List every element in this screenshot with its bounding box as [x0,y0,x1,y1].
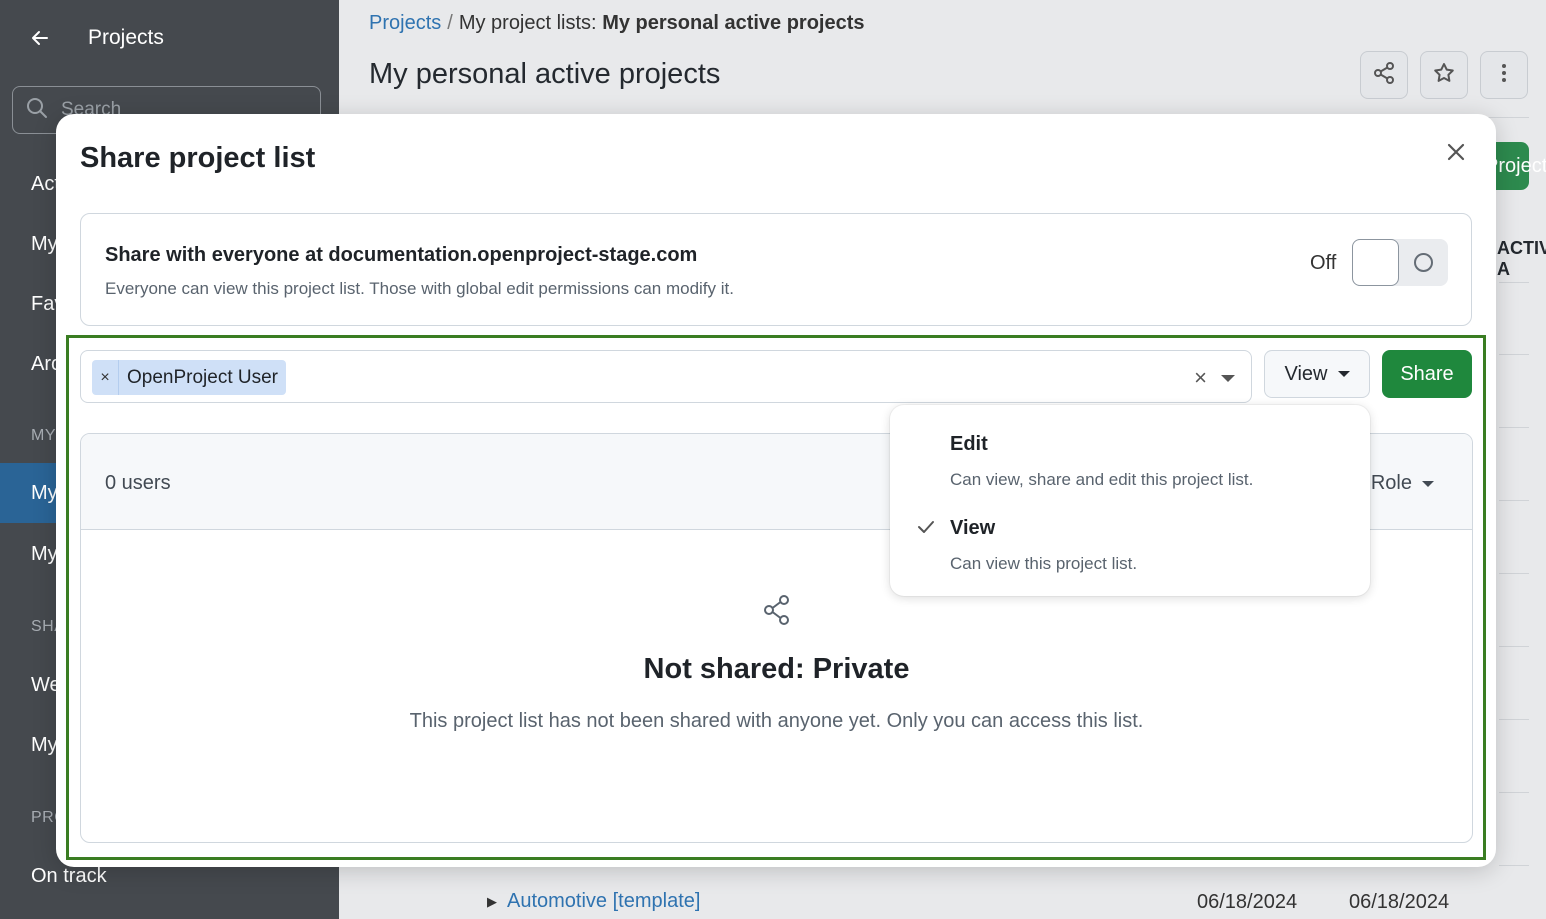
role-option-label: View [950,517,996,539]
public-share-section: Share with everyone at documentation.ope… [80,213,1472,326]
close-icon [1447,137,1465,168]
role-option-edit[interactable]: Edit Can view, share and edit this proje… [890,425,1370,509]
empty-state-title: Not shared: Private [643,653,910,685]
invite-user-input[interactable]: × OpenProject User × [80,350,1252,403]
role-option-description: Can view, share and edit this project li… [950,470,1254,489]
selected-user-chip: × OpenProject User [92,360,287,395]
caret-down-icon [1337,371,1350,377]
role-option-view[interactable]: View Can view this project list. [890,509,1370,593]
caret-down-icon [1422,480,1434,487]
share-submit-label: Share [1400,362,1454,385]
share-project-list-dialog: Share project list Share with everyone a… [56,114,1496,867]
role-filter-button[interactable]: Role [1371,472,1434,495]
public-share-description: Everyone can view this project list. Tho… [105,279,734,298]
selected-user-name: OpenProject User [127,366,279,388]
users-count: 0 users [105,472,171,494]
chevron-down-icon[interactable] [1221,375,1235,382]
toggle-off-icon [1414,253,1433,272]
role-filter-label: Role [1370,472,1412,494]
empty-state: Not shared: Private This project list ha… [81,594,1472,733]
share-icon [762,594,792,631]
public-share-title: Share with everyone at documentation.ope… [105,244,698,266]
role-option-label: Edit [950,433,988,455]
dialog-title: Share project list [80,142,316,174]
role-select-label: View [1284,362,1328,385]
clear-selection-icon[interactable]: × [1194,365,1207,391]
share-submit-button[interactable]: Share [1382,350,1472,398]
role-option-description: Can view this project list. [950,554,1138,573]
remove-user-icon[interactable]: × [92,360,119,395]
toggle-knob [1352,239,1399,286]
empty-state-description: This project list has not been shared wi… [409,710,1144,732]
check-icon [916,517,936,543]
role-select-button[interactable]: View [1264,350,1370,398]
role-dropdown-menu: Edit Can view, share and edit this proje… [890,405,1370,596]
public-share-toggle[interactable] [1352,239,1448,286]
public-share-state-label: Off [1310,252,1337,274]
close-button[interactable] [1442,138,1470,166]
